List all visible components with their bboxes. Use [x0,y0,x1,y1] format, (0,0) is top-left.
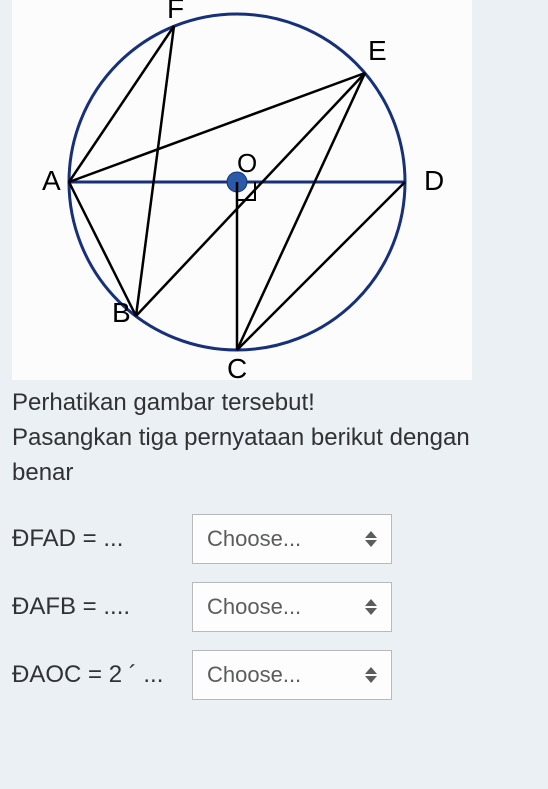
point-label-C: C [227,353,247,380]
figure-card: A D F E B C O [12,0,472,380]
question-line-1: Perhatikan gambar tersebut! [12,386,536,421]
match-select-3[interactable]: Choose... [192,650,392,700]
point-label-A: A [42,165,61,196]
match-row: ĐAOC = 2 ´ ... Choose... [12,650,536,700]
point-label-D: D [424,165,444,196]
point-label-O: O [237,148,257,178]
sort-icon [365,599,377,615]
sort-icon [365,667,377,683]
circle-diagram: A D F E B C O [12,0,472,380]
point-label-B: B [112,297,131,328]
match-row: ĐAFB = .... Choose... [12,582,536,632]
question-text: Perhatikan gambar tersebut! Pasangkan ti… [0,380,548,490]
match-label-1: ĐFAD = ... [12,525,192,553]
question-line-2: Pasangkan tiga pernyataan berikut dengan… [12,421,536,491]
select-placeholder: Choose... [207,594,301,620]
select-placeholder: Choose... [207,662,301,688]
match-select-1[interactable]: Choose... [192,514,392,564]
matching-block: ĐFAD = ... Choose... ĐAFB = .... Choose.… [0,490,548,738]
point-label-E: E [368,35,387,66]
match-label-3: ĐAOC = 2 ´ ... [12,661,192,689]
match-select-2[interactable]: Choose... [192,582,392,632]
select-placeholder: Choose... [207,526,301,552]
match-label-2: ĐAFB = .... [12,593,192,621]
sort-icon [365,531,377,547]
point-label-F: F [167,0,184,24]
match-row: ĐFAD = ... Choose... [12,514,536,564]
